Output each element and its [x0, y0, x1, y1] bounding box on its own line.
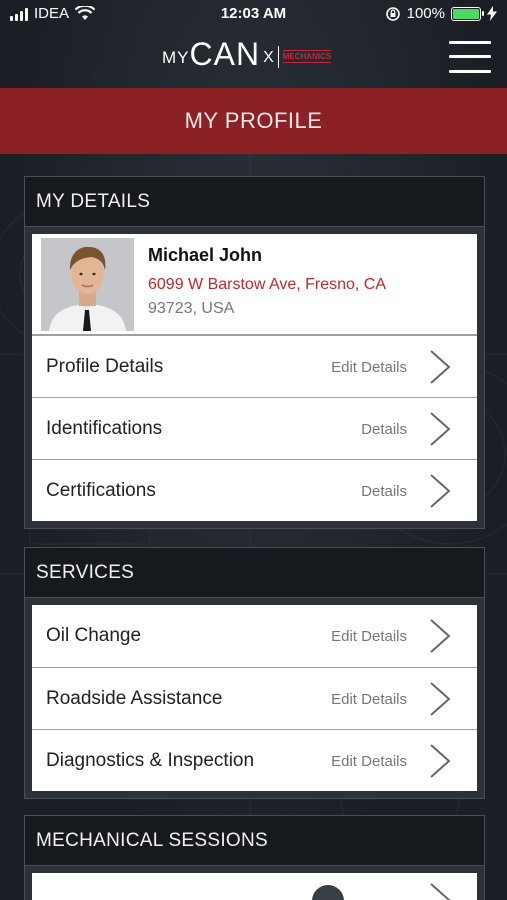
details-link[interactable]: Details: [361, 421, 407, 438]
row-label: Identifications: [46, 418, 163, 439]
edit-details-link[interactable]: Edit Details: [331, 691, 407, 708]
profile-address-line2: 93723, USA: [148, 300, 235, 317]
session-status-icon: [312, 885, 344, 900]
status-bar: IDEA 12:03 AM 100%: [0, 0, 507, 30]
my-details-heading: MY DETAILS: [25, 177, 484, 227]
app-logo: MY CAN X MECHANICS: [162, 36, 332, 73]
my-details-section: MY DETAILS Michael John 6099 W Barstow A…: [24, 176, 485, 529]
profile-details-row[interactable]: Profile Details Edit Details: [32, 335, 477, 397]
profile-address-line1: 6099 W Barstow Ave, Fresno, CA: [148, 276, 387, 293]
row-label: Profile Details: [46, 356, 164, 377]
rotation-lock-icon: [385, 6, 400, 21]
chevron-right-icon: [430, 682, 451, 716]
chevron-right-icon: [430, 883, 451, 900]
profile-name: Michael John: [148, 245, 263, 265]
roadside-assistance-row[interactable]: Roadside Assistance Edit Details: [32, 667, 477, 729]
certifications-row[interactable]: Certifications Details: [32, 459, 477, 521]
chevron-right-icon: [430, 619, 451, 653]
chevron-right-icon: [430, 744, 451, 778]
avatar: [41, 238, 134, 331]
profile-photo: [41, 238, 134, 331]
services-section: SERVICES Oil Change Edit Details Roadsid…: [24, 547, 485, 799]
row-label: Certifications: [46, 480, 156, 501]
mechanical-sessions-card[interactable]: [32, 873, 477, 900]
mechanical-sessions-section: MECHANICAL SESSIONS: [24, 815, 485, 900]
logo-mechanics: MECHANICS: [282, 50, 332, 63]
mechanical-sessions-heading: MECHANICAL SESSIONS: [25, 816, 484, 866]
identifications-row[interactable]: Identifications Details: [32, 397, 477, 459]
row-label: Diagnostics & Inspection: [46, 750, 255, 771]
row-label: Roadside Assistance: [46, 688, 223, 709]
edit-details-link[interactable]: Edit Details: [331, 628, 407, 645]
my-details-card: Michael John 6099 W Barstow Ave, Fresno,…: [32, 234, 477, 521]
details-link[interactable]: Details: [361, 483, 407, 500]
logo-divider: [277, 45, 279, 68]
row-label: Oil Change: [46, 625, 142, 646]
app-header: MY CAN X MECHANICS: [0, 30, 507, 88]
edit-details-link[interactable]: Edit Details: [331, 359, 407, 376]
logo-x: X: [263, 48, 274, 66]
battery-icon: [451, 6, 484, 21]
diagnostics-inspection-row[interactable]: Diagnostics & Inspection Edit Details: [32, 729, 477, 791]
profile-summary[interactable]: Michael John 6099 W Barstow Ave, Fresno,…: [32, 234, 477, 335]
logo-my: MY: [162, 47, 190, 67]
logo-can: CAN: [189, 36, 261, 72]
page-title: MY PROFILE: [0, 88, 507, 154]
edit-details-link[interactable]: Edit Details: [331, 753, 407, 770]
battery-percent: 100%: [406, 5, 445, 22]
chevron-right-icon: [430, 412, 451, 446]
charging-icon: [487, 6, 497, 21]
services-heading: SERVICES: [25, 548, 484, 598]
chevron-right-icon: [430, 474, 451, 508]
chevron-right-icon: [430, 350, 451, 384]
services-card: Oil Change Edit Details Roadside Assista…: [32, 605, 477, 791]
oil-change-row[interactable]: Oil Change Edit Details: [32, 605, 477, 667]
hamburger-menu-icon[interactable]: [449, 39, 491, 75]
